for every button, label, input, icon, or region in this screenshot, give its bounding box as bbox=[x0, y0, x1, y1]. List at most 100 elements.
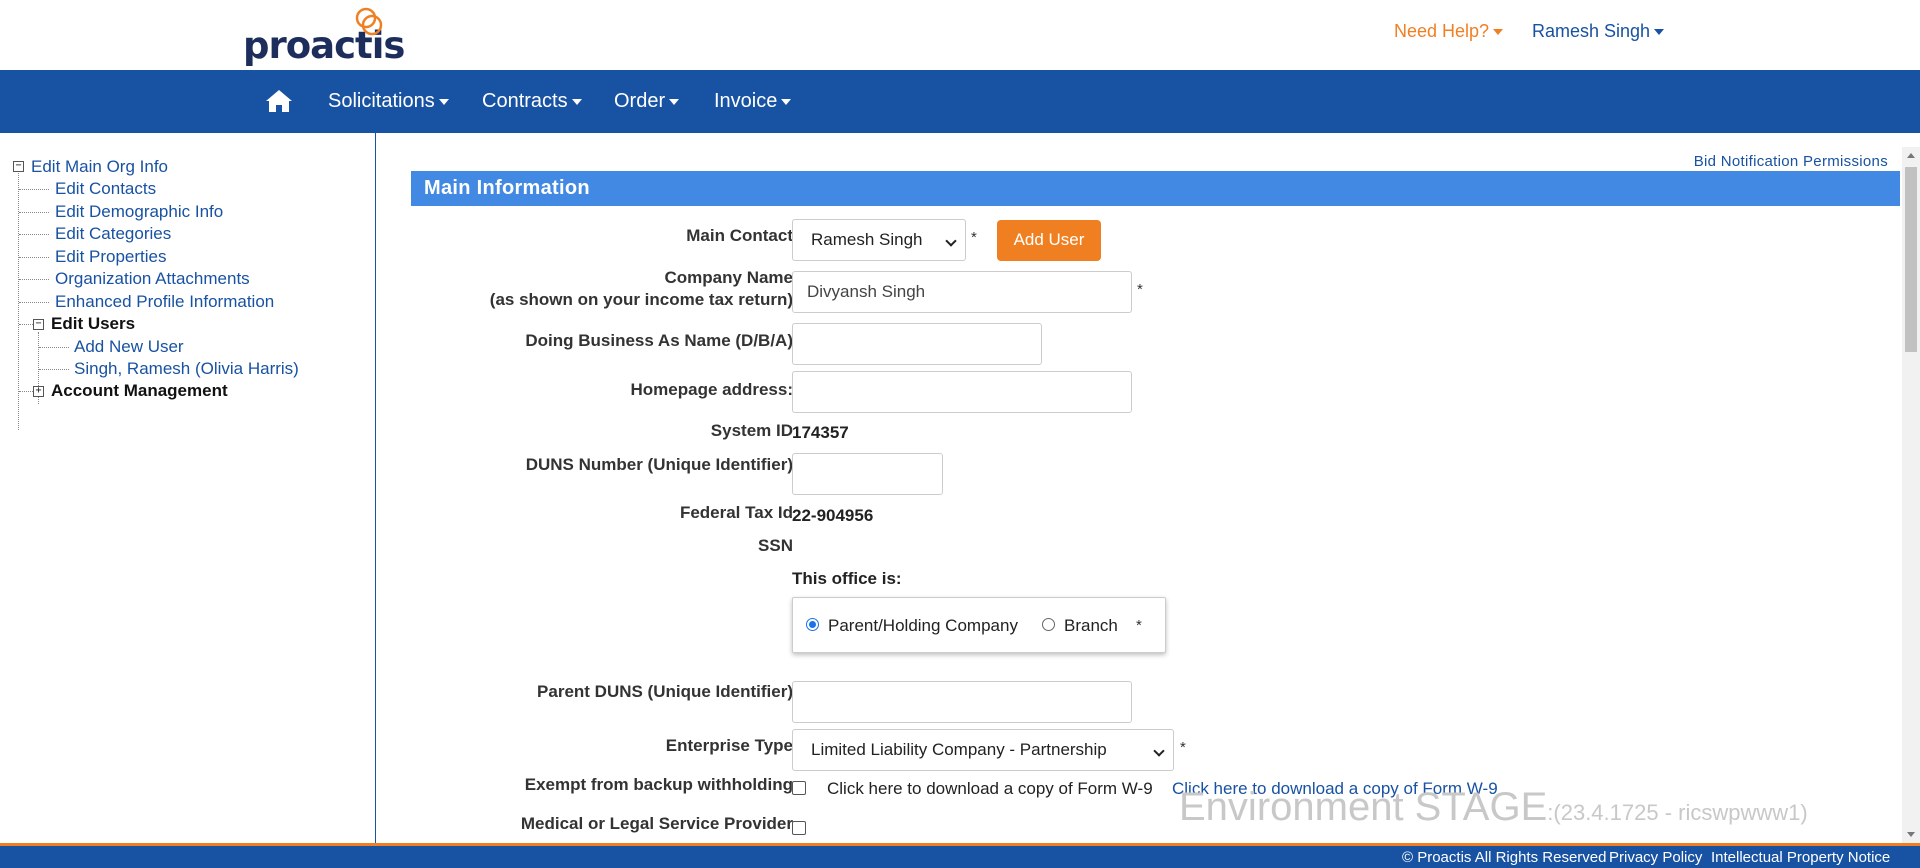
office-type-radio-group: Parent/Holding Company Branch * bbox=[792, 597, 1166, 653]
nav-contracts[interactable]: Contracts bbox=[482, 90, 582, 113]
branch-radio[interactable] bbox=[1042, 618, 1055, 631]
required-asterisk: * bbox=[1137, 281, 1143, 298]
top-header: proactis Need Help? Ramesh Singh bbox=[0, 0, 1920, 70]
proactis-logo[interactable]: proactis bbox=[243, 4, 405, 68]
main-content: Bid Notification Permissions Main Inform… bbox=[377, 133, 1900, 843]
tree-connector bbox=[39, 369, 69, 370]
form-w9-text: Click here to download a copy of Form W-… bbox=[827, 779, 1153, 798]
sidebar-item-edit-demographic-info[interactable]: Edit Demographic Info bbox=[55, 202, 223, 222]
federal-tax-id-label: Federal Tax Id bbox=[679, 503, 793, 522]
nav-invoice-label: Invoice bbox=[714, 90, 778, 112]
chevron-down-icon bbox=[1153, 745, 1165, 757]
main-contact-label: Main Contact bbox=[686, 226, 793, 245]
ip-notice-link[interactable]: Intellectual Property Notice bbox=[1711, 849, 1890, 866]
tree-connector bbox=[19, 391, 33, 392]
environment-watermark: Environment STAGE:(23.4.1725 - ricswpwww… bbox=[1179, 785, 1808, 830]
collapse-icon[interactable]: − bbox=[13, 161, 24, 172]
sidebar-item-edit-properties[interactable]: Edit Properties bbox=[55, 247, 167, 267]
parent-duns-label: Parent DUNS (Unique Identifier) bbox=[537, 682, 793, 701]
logo-rings-icon bbox=[355, 7, 383, 36]
environment-version: :(23.4.1725 - ricswpwww1) bbox=[1547, 800, 1808, 825]
company-name-label: Company Name bbox=[664, 268, 793, 287]
dba-input[interactable] bbox=[792, 323, 1042, 365]
scroll-up-icon[interactable] bbox=[1907, 153, 1915, 158]
section-title: Main Information bbox=[424, 177, 590, 199]
sidebar-item-edit-contacts[interactable]: Edit Contacts bbox=[55, 179, 156, 199]
user-name-label: Ramesh Singh bbox=[1532, 21, 1651, 41]
chevron-down-icon bbox=[945, 235, 957, 247]
parent-company-label: Parent/Holding Company bbox=[828, 616, 1018, 635]
nav-solicitations[interactable]: Solicitations bbox=[328, 90, 449, 113]
company-name-sublabel: (as shown on your income tax return) bbox=[489, 290, 793, 309]
nav-order[interactable]: Order bbox=[614, 90, 680, 113]
sidebar-item-enhanced-profile-information[interactable]: Enhanced Profile Information bbox=[55, 292, 274, 312]
expand-icon[interactable]: + bbox=[33, 386, 44, 397]
need-help-menu[interactable]: Need Help? bbox=[1394, 21, 1504, 42]
vertical-scrollbar[interactable] bbox=[1902, 147, 1920, 843]
tree-connector bbox=[19, 324, 33, 325]
environment-name: Environment STAGE bbox=[1179, 785, 1548, 829]
sidebar-item-user-singh-ramesh[interactable]: Singh, Ramesh (Olivia Harris) bbox=[74, 359, 299, 379]
parent-company-radio[interactable] bbox=[806, 618, 819, 631]
enterprise-type-select[interactable]: Limited Liability Company - Partnership bbox=[792, 729, 1174, 771]
chevron-down-icon bbox=[438, 98, 449, 105]
chevron-down-icon bbox=[669, 98, 680, 105]
required-asterisk: * bbox=[1136, 617, 1142, 634]
tree-connector bbox=[19, 234, 49, 235]
nav-invoice[interactable]: Invoice bbox=[714, 90, 792, 113]
medical-legal-checkbox[interactable] bbox=[792, 821, 806, 835]
sidebar-item-edit-categories[interactable]: Edit Categories bbox=[55, 224, 171, 244]
homepage-input[interactable] bbox=[792, 371, 1132, 413]
collapse-icon[interactable]: − bbox=[33, 319, 44, 330]
home-icon[interactable] bbox=[265, 88, 293, 114]
add-user-button[interactable]: Add User bbox=[997, 220, 1101, 261]
duns-label: DUNS Number (Unique Identifier) bbox=[525, 455, 793, 474]
page-footer: © Proactis All Rights Reserved Privacy P… bbox=[0, 843, 1920, 868]
user-menu[interactable]: Ramesh Singh bbox=[1532, 21, 1665, 42]
ssn-label: SSN bbox=[758, 536, 793, 555]
exempt-backup-checkbox[interactable] bbox=[792, 781, 806, 795]
tree-connector bbox=[19, 189, 49, 190]
main-contact-value: Ramesh Singh bbox=[811, 230, 923, 249]
nav-contracts-label: Contracts bbox=[482, 90, 568, 112]
scrollbar-thumb[interactable] bbox=[1905, 167, 1917, 352]
medical-legal-label: Medical or Legal Service Provider bbox=[520, 814, 793, 833]
chevron-down-icon bbox=[1493, 29, 1504, 36]
enterprise-type-value: Limited Liability Company - Partnership bbox=[811, 740, 1107, 759]
branch-label: Branch bbox=[1064, 616, 1118, 635]
federal-tax-id-value: 22-904956 bbox=[792, 506, 874, 525]
scroll-down-icon[interactable] bbox=[1907, 832, 1915, 837]
sidebar-item-organization-attachments[interactable]: Organization Attachments bbox=[55, 269, 250, 289]
system-id-value: 174357 bbox=[792, 423, 849, 442]
need-help-label: Need Help? bbox=[1394, 21, 1490, 41]
section-header-main-information: Main Information bbox=[411, 171, 1900, 206]
dba-label: Doing Business As Name (D/B/A) bbox=[525, 331, 793, 350]
sidebar-root-edit-main-org-info[interactable]: Edit Main Org Info bbox=[31, 157, 168, 177]
tree-connector bbox=[19, 302, 49, 303]
nav-order-label: Order bbox=[614, 90, 666, 112]
exempt-backup-label: Exempt from backup withholding bbox=[524, 775, 793, 794]
enterprise-type-label: Enterprise Type bbox=[665, 736, 793, 755]
tree-connector bbox=[19, 257, 49, 258]
system-id-label: System ID bbox=[710, 421, 793, 440]
main-contact-select[interactable]: Ramesh Singh bbox=[792, 219, 966, 261]
sidebar-item-add-new-user[interactable]: Add New User bbox=[74, 337, 184, 357]
bid-notification-permissions-link[interactable]: Bid Notification Permissions bbox=[1694, 153, 1888, 170]
tree-connector bbox=[19, 212, 49, 213]
duns-input[interactable] bbox=[792, 453, 943, 495]
office-type-label: This office is: bbox=[792, 569, 902, 588]
company-name-input[interactable]: Divyansh Singh bbox=[792, 271, 1132, 313]
sidebar-item-account-management[interactable]: Account Management bbox=[51, 381, 228, 401]
sidebar-item-edit-users[interactable]: Edit Users bbox=[51, 314, 135, 334]
chevron-down-icon bbox=[1654, 29, 1665, 36]
tree-connector bbox=[19, 279, 49, 280]
privacy-policy-link[interactable]: Privacy Policy bbox=[1609, 849, 1702, 866]
chevron-down-icon bbox=[571, 98, 582, 105]
required-asterisk: * bbox=[1180, 739, 1186, 756]
main-navbar: Solicitations Contracts Order Invoice bbox=[0, 70, 1920, 133]
tree-connector bbox=[39, 347, 69, 348]
copyright-text: © Proactis All Rights Reserved bbox=[1402, 849, 1607, 866]
parent-duns-input[interactable] bbox=[792, 681, 1132, 723]
nav-solicitations-label: Solicitations bbox=[328, 90, 435, 112]
required-asterisk: * bbox=[971, 229, 977, 246]
